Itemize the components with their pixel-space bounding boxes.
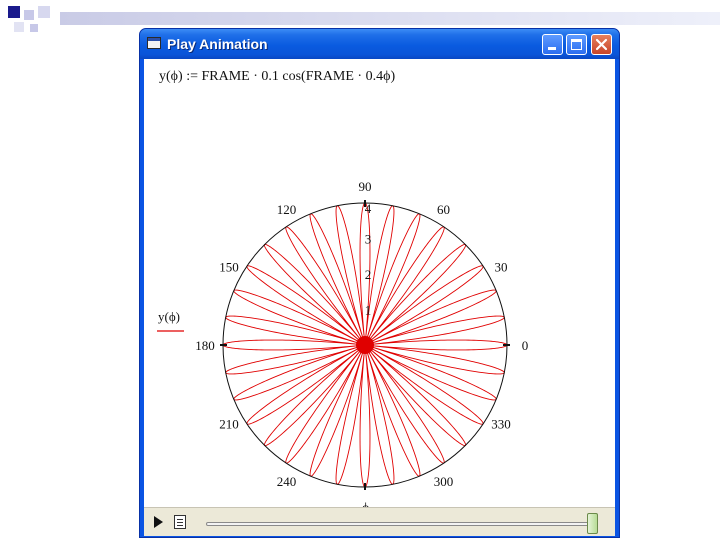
- minimize-icon: [548, 47, 556, 50]
- title-bar[interactable]: Play Animation: [140, 29, 619, 59]
- angle-tick-label: 150: [219, 260, 239, 275]
- angle-tick-label: 240: [277, 474, 297, 489]
- angle-tick-label: 60: [437, 202, 450, 217]
- y-axis-label: y(ϕ): [158, 309, 180, 324]
- close-icon: [595, 38, 608, 51]
- slide-header-bar: [60, 12, 720, 25]
- polar-plot: 9060300330300270240210180150120 1234 y(ϕ…: [157, 179, 529, 490]
- speed-settings-button[interactable]: [174, 515, 186, 529]
- window-title: Play Animation: [167, 36, 268, 52]
- function-definition: y(ϕ) := FRAME · 0.1 cos(FRAME · 0.4ϕ): [159, 69, 396, 84]
- angle-tick-label: 120: [277, 202, 297, 217]
- angle-tick-label: 300: [434, 474, 454, 489]
- close-button[interactable]: [591, 34, 612, 55]
- slide-decoration: [0, 0, 60, 40]
- animation-controls: [144, 507, 615, 536]
- play-animation-window: Play Animation y(ϕ) := FRAME · 0.1 cos(F…: [139, 28, 620, 538]
- polar-center-cluster: [356, 336, 374, 354]
- maximize-button[interactable]: [566, 34, 587, 55]
- radial-tick-label: 3: [365, 232, 372, 247]
- minimize-button[interactable]: [542, 34, 563, 55]
- radial-tick-label: 2: [365, 267, 372, 282]
- angle-tick-label: 330: [491, 417, 511, 432]
- angle-tick-label: 210: [219, 417, 239, 432]
- play-button[interactable]: [152, 515, 166, 529]
- frame-slider-thumb[interactable]: [587, 513, 598, 534]
- angle-tick-label: 90: [359, 179, 372, 194]
- animation-viewport: y(ϕ) := FRAME · 0.1 cos(FRAME · 0.4ϕ) 90…: [144, 59, 615, 536]
- radial-tick-label: 4: [365, 201, 372, 216]
- window-icon: [147, 37, 161, 49]
- maximize-icon: [571, 39, 582, 50]
- angle-tick-label: 180: [195, 338, 215, 353]
- angle-tick-label: 30: [495, 260, 508, 275]
- radial-tick-label: 1: [365, 303, 372, 318]
- frame-slider-track[interactable]: [206, 522, 598, 526]
- angle-tick-label: 0: [522, 338, 529, 353]
